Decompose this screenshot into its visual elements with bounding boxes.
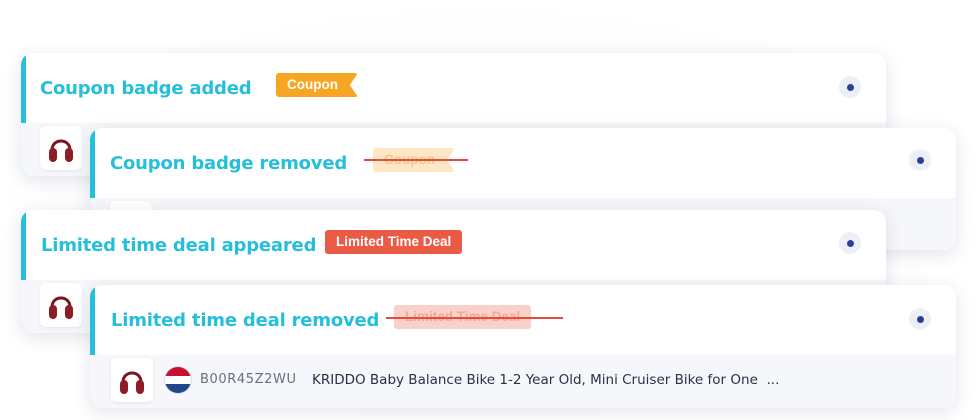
product-thumbnail-icon xyxy=(40,283,82,327)
coupon-badge: Coupon xyxy=(276,73,358,97)
status-dot-icon[interactable] xyxy=(909,149,931,171)
event-title: Limited time deal appeared xyxy=(41,234,317,256)
product-thumbnail-icon xyxy=(40,126,82,170)
event-title: Coupon badge added xyxy=(40,77,252,99)
product-asin: B00R45Z2WU xyxy=(200,372,297,387)
card-footer[interactable]: B00R45Z2WU KRIDDO Baby Balance Bike 1-2 … xyxy=(90,355,956,408)
status-dot-icon[interactable] xyxy=(839,232,861,254)
event-card-deal-removed[interactable]: Limited time deal removed Limited Time D… xyxy=(90,285,956,408)
status-dot-icon[interactable] xyxy=(839,76,861,98)
event-title: Coupon badge removed xyxy=(110,152,348,174)
strikethrough-line xyxy=(386,317,563,319)
netherlands-flag-icon xyxy=(165,367,191,393)
event-title: Limited time deal removed xyxy=(111,309,380,331)
status-dot-icon[interactable] xyxy=(909,308,931,330)
strikethrough-line xyxy=(364,159,468,161)
product-name: KRIDDO Baby Balance Bike 1-2 Year Old, M… xyxy=(312,372,780,388)
product-thumbnail-icon xyxy=(111,358,153,402)
limited-time-deal-badge: Limited Time Deal xyxy=(325,230,463,254)
